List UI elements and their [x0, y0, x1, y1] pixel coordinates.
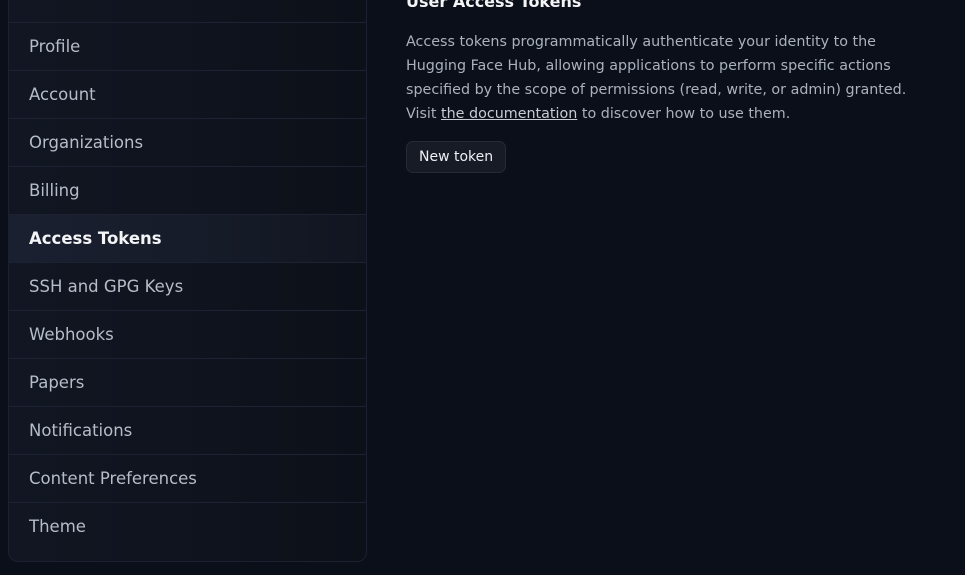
new-token-button[interactable]: New token — [406, 141, 507, 173]
sidebar-item-billing[interactable]: Billing — [9, 166, 366, 214]
sidebar-item-label: Billing — [29, 181, 80, 200]
sidebar-item-label: Papers — [29, 373, 85, 392]
settings-sidebar: Profile Account Organizations Billing Ac… — [8, 0, 367, 562]
sidebar-item-access-tokens[interactable]: Access Tokens — [9, 214, 366, 262]
sidebar-item-notifications[interactable]: Notifications — [9, 406, 366, 454]
sidebar-item-papers[interactable]: Papers — [9, 358, 366, 406]
sidebar-item-label: Notifications — [29, 421, 133, 440]
sidebar-item-webhooks[interactable]: Webhooks — [9, 310, 366, 358]
sidebar-item-content-preferences[interactable]: Content Preferences — [9, 454, 366, 502]
sidebar-item-label: Account — [29, 85, 96, 104]
sidebar-item-account[interactable]: Account — [9, 70, 366, 118]
page-title: User Access Tokens — [406, 0, 582, 11]
sidebar-item-label: SSH and GPG Keys — [29, 277, 184, 296]
settings-page: Profile Account Organizations Billing Ac… — [0, 0, 965, 575]
sidebar-item-ssh-gpg-keys[interactable]: SSH and GPG Keys — [9, 262, 366, 310]
sidebar-item-theme[interactable]: Theme — [9, 502, 366, 550]
sidebar-item-label: Theme — [29, 517, 86, 536]
sidebar-item-label: Organizations — [29, 133, 144, 152]
sidebar-item-organizations[interactable]: Organizations — [9, 118, 366, 166]
sidebar-list: Profile Account Organizations Billing Ac… — [9, 22, 366, 550]
sidebar-item-label: Webhooks — [29, 325, 114, 344]
section-description: Access tokens programmatically authentic… — [406, 30, 916, 126]
sidebar-item-profile[interactable]: Profile — [9, 22, 366, 70]
sidebar-item-label: Profile — [29, 37, 81, 56]
description-text-end: to discover how to use them. — [577, 106, 791, 122]
documentation-link[interactable]: the documentation — [441, 106, 577, 122]
sidebar-item-label: Access Tokens — [29, 229, 162, 248]
sidebar-item-label: Content Preferences — [29, 469, 197, 488]
